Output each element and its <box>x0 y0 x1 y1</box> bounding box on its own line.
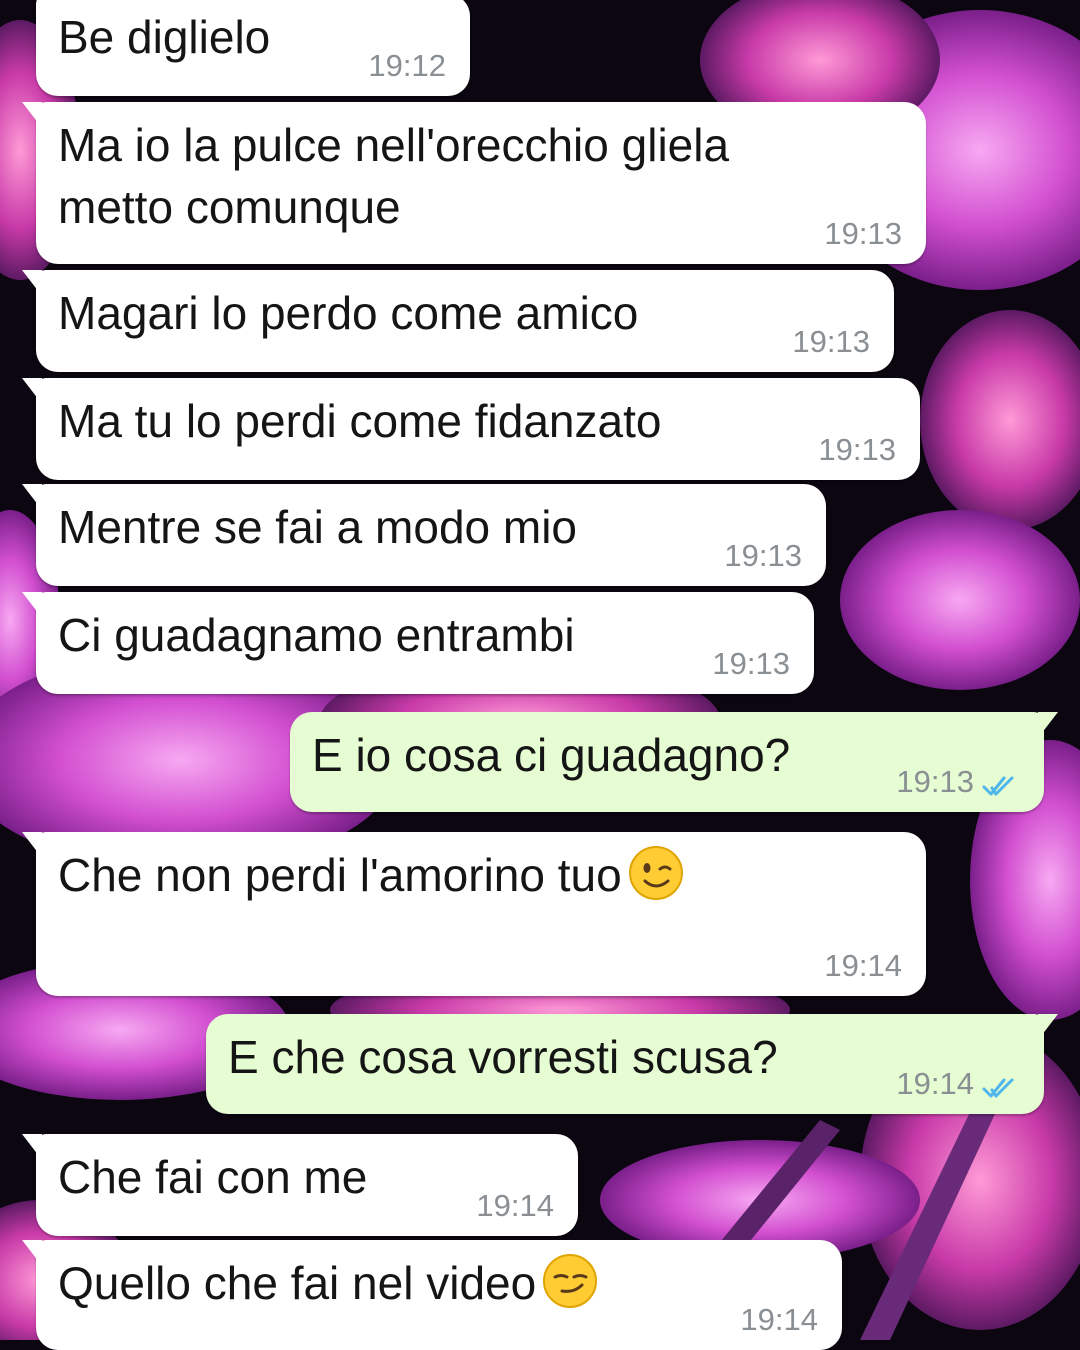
message-timestamp: 19:13 <box>818 432 896 468</box>
incoming-message-bubble[interactable]: Ma io la pulce nell'orecchio gliela mett… <box>22 102 926 264</box>
message-text-content: Magari lo perdo come amico <box>58 287 639 339</box>
message-text: Che non perdi l'amorino tuo <box>58 844 684 906</box>
message-text-content: Che fai con me <box>58 1151 368 1203</box>
message-text-content: E io cosa ci guadagno? <box>312 729 791 781</box>
message-text: Mentre se fai a modo mio <box>58 496 577 558</box>
incoming-message-bubble[interactable]: Che fai con me 19:14 <box>22 1134 578 1236</box>
message-timestamp: 19:13 <box>724 538 802 574</box>
read-ticks-icon <box>982 1072 1020 1098</box>
timestamp-text: 19:13 <box>824 216 902 251</box>
bubble-tail <box>22 1134 42 1160</box>
message-text-content: Quello che fai nel video <box>58 1257 537 1309</box>
message-text: Ci guadagnamo entrambi <box>58 604 575 666</box>
message-timestamp: 19:13 <box>712 646 790 682</box>
incoming-message-bubble[interactable]: Mentre se fai a modo mio 19:13 <box>22 484 826 586</box>
message-text: Magari lo perdo come amico <box>58 282 638 344</box>
message-timestamp: 19:14 <box>476 1188 554 1224</box>
message-timestamp: 19:14 <box>896 1066 1020 1102</box>
winking-face-emoji-icon <box>628 846 683 900</box>
timestamp-text: 19:13 <box>896 764 974 799</box>
timestamp-text: 19:13 <box>724 538 802 573</box>
bubble-tail <box>22 832 42 858</box>
message-text-content: Be diglielo <box>58 11 271 63</box>
timestamp-text: 19:13 <box>792 324 870 359</box>
bubble-tail <box>22 592 42 618</box>
message-timestamp: 19:13 <box>896 764 1020 800</box>
message-text: E che cosa vorresti scusa? <box>228 1026 778 1088</box>
message-timestamp: 19:14 <box>740 1302 818 1338</box>
incoming-message-bubble[interactable]: Che non perdi l'amorino tuo 19:14 <box>22 832 926 996</box>
incoming-message-bubble[interactable]: Magari lo perdo come amico 19:13 <box>22 270 894 372</box>
message-text: Che fai con me <box>58 1146 367 1208</box>
smirking-face-emoji-icon <box>543 1254 598 1308</box>
message-text: Quello che fai nel video <box>58 1252 598 1314</box>
outgoing-message-bubble[interactable]: E che cosa vorresti scusa? 19:14 <box>206 1014 1058 1114</box>
message-text: Be diglielo <box>58 6 270 68</box>
timestamp-text: 19:14 <box>824 948 902 983</box>
message-text-content: Ci guadagnamo entrambi <box>58 609 575 661</box>
incoming-message-bubble[interactable]: Ci guadagnamo entrambi 19:13 <box>22 592 814 694</box>
message-timestamp: 19:12 <box>368 48 446 84</box>
message-text-content: Mentre se fai a modo mio <box>58 501 578 553</box>
bubble-tail <box>1038 712 1058 738</box>
bubble-tail <box>1038 1014 1058 1040</box>
message-timestamp: 19:14 <box>824 948 902 984</box>
timestamp-text: 19:13 <box>712 646 790 681</box>
incoming-message-bubble[interactable]: Ma tu lo perdi come fidanzato 19:13 <box>22 378 920 480</box>
bubble-tail <box>22 270 42 296</box>
timestamp-text: 19:14 <box>476 1188 554 1223</box>
message-text: Ma io la pulce nell'orecchio gliela mett… <box>58 114 729 238</box>
message-text: Ma tu lo perdi come fidanzato <box>58 390 661 452</box>
timestamp-text: 19:14 <box>896 1066 974 1101</box>
bubble-tail <box>22 378 42 404</box>
read-ticks-icon <box>982 770 1020 796</box>
bubble-tail <box>22 484 42 510</box>
outgoing-message-bubble[interactable]: E io cosa ci guadagno? 19:13 <box>290 712 1058 812</box>
timestamp-text: 19:14 <box>740 1302 818 1337</box>
message-text-content: Che non perdi l'amorino tuo <box>58 849 622 901</box>
message-text: E io cosa ci guadagno? <box>312 724 790 786</box>
incoming-message-bubble[interactable]: Be diglielo 19:12 <box>36 0 470 96</box>
message-text-content: E che cosa vorresti scusa? <box>228 1031 778 1083</box>
bubble-tail <box>22 102 42 128</box>
bubble-tail <box>22 1240 42 1266</box>
incoming-message-bubble[interactable]: Quello che fai nel video 19:14 <box>22 1240 842 1350</box>
message-timestamp: 19:13 <box>792 324 870 360</box>
message-text-content: Ma io la pulce nell'orecchio gliela mett… <box>58 119 730 233</box>
timestamp-text: 19:12 <box>368 48 446 83</box>
message-text-content: Ma tu lo perdi come fidanzato <box>58 395 662 447</box>
timestamp-text: 19:13 <box>818 432 896 467</box>
message-timestamp: 19:13 <box>824 216 902 252</box>
